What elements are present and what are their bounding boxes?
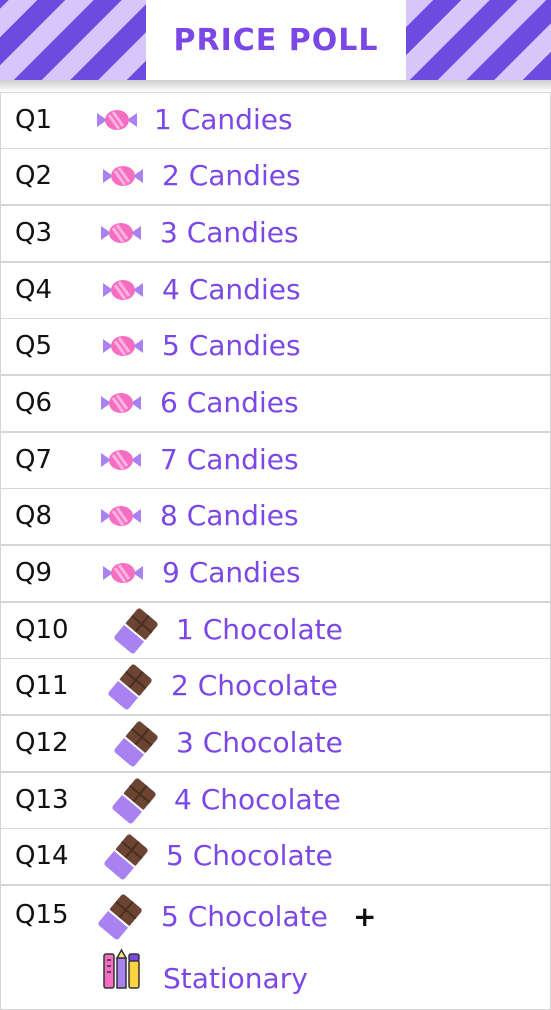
price-table: Q1 1 Candies Q2 2 Candies Q3 3 Candies Q… <box>0 92 551 1010</box>
header-shadow <box>0 80 551 92</box>
candy-icon <box>101 450 141 470</box>
question-label: Q11 <box>15 671 69 701</box>
chocolate-icon <box>104 834 148 880</box>
candy-icon <box>97 110 137 130</box>
reward-text: 2 Chocolate <box>171 669 338 702</box>
reward-text: 4 Chocolate <box>174 783 341 816</box>
table-row: Q14 5 Chocolate <box>0 828 551 885</box>
reward-text: 6 Candies <box>160 386 299 419</box>
table-row: Q6 6 Candies <box>0 375 551 432</box>
reward-text: 5 Candies <box>162 329 301 362</box>
reward-text: 4 Candies <box>162 273 301 306</box>
table-row: Q3 3 Candies <box>0 205 551 262</box>
question-label: Q9 <box>15 558 53 588</box>
question-label: Q15 <box>15 900 69 930</box>
question-label: Q8 <box>15 501 53 531</box>
reward-text: 1 Chocolate <box>176 613 343 646</box>
title-panel: PRICE POLL <box>146 0 406 80</box>
table-row: Q1 1 Candies <box>0 92 551 149</box>
stationery-icon <box>103 948 140 989</box>
candy-icon <box>103 166 143 186</box>
table-row: Q13 4 Chocolate <box>0 772 551 829</box>
chocolate-icon <box>112 778 156 824</box>
reward-text: 5 Chocolate <box>166 839 333 872</box>
candy-icon <box>103 563 143 583</box>
reward-text: 3 Candies <box>160 216 299 249</box>
question-label: Q5 <box>15 331 53 361</box>
question-label: Q10 <box>15 615 69 645</box>
table-row: Q2 2 Candies <box>0 148 551 205</box>
table-row: Q15 5 Chocolate + Stationary <box>0 885 551 1010</box>
chocolate-icon <box>114 721 158 767</box>
candy-icon <box>101 223 141 243</box>
candy-icon <box>101 393 141 413</box>
table-row: Q10 1 Chocolate <box>0 602 551 659</box>
question-label: Q7 <box>15 445 53 475</box>
table-row: Q7 7 Candies <box>0 432 551 489</box>
reward-text: 5 Chocolate <box>161 900 328 933</box>
candy-icon <box>103 336 143 356</box>
candy-icon <box>103 280 143 300</box>
candy-icon <box>101 506 141 526</box>
plus-sign: + <box>353 900 377 933</box>
chocolate-icon <box>98 894 142 940</box>
question-label: Q6 <box>15 388 53 418</box>
reward-text: 8 Candies <box>160 499 299 532</box>
table-row: Q11 2 Chocolate <box>0 658 551 715</box>
reward-text-secondary: Stationary <box>163 962 308 995</box>
question-label: Q2 <box>15 161 53 191</box>
page-title: PRICE POLL <box>173 22 379 58</box>
question-label: Q12 <box>15 728 69 758</box>
question-label: Q1 <box>15 105 53 135</box>
reward-text: 3 Chocolate <box>176 726 343 759</box>
chocolate-icon <box>114 608 158 654</box>
table-row: Q9 9 Candies <box>0 545 551 602</box>
reward-text: 1 Candies <box>154 103 293 136</box>
question-label: Q4 <box>15 275 53 305</box>
table-row: Q12 3 Chocolate <box>0 715 551 772</box>
question-label: Q3 <box>15 218 53 248</box>
chocolate-icon <box>108 664 152 710</box>
reward-text: 2 Candies <box>162 159 301 192</box>
question-label: Q14 <box>15 841 69 871</box>
reward-text: 7 Candies <box>160 443 299 476</box>
question-label: Q13 <box>15 785 69 815</box>
reward-text: 9 Candies <box>162 556 301 589</box>
table-row: Q5 5 Candies <box>0 318 551 375</box>
table-row: Q4 4 Candies <box>0 262 551 319</box>
table-row: Q8 8 Candies <box>0 488 551 545</box>
